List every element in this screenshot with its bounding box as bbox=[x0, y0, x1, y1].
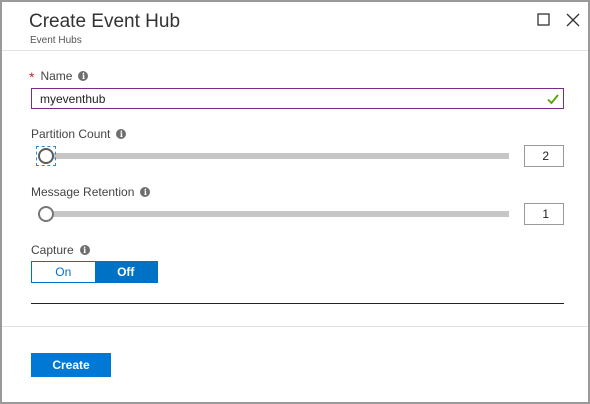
capture-off-option[interactable]: Off bbox=[94, 262, 157, 282]
partition-count-slider-track[interactable] bbox=[42, 153, 509, 159]
capture-toggle[interactable]: On Off bbox=[31, 261, 158, 283]
info-icon[interactable]: i bbox=[79, 245, 90, 255]
name-field[interactable] bbox=[31, 88, 564, 109]
blade-header: Create Event Hub Event Hubs bbox=[2, 2, 588, 51]
partition-count-label: Partition Count bbox=[31, 127, 111, 141]
info-icon[interactable]: i bbox=[140, 187, 151, 197]
info-icon[interactable]: i bbox=[116, 129, 127, 139]
partition-count-value[interactable]: 2 bbox=[524, 145, 564, 167]
capture-label-row: Capture i bbox=[31, 243, 90, 257]
square-icon bbox=[537, 13, 550, 26]
required-marker: * bbox=[29, 69, 35, 85]
footer-divider bbox=[2, 326, 588, 327]
maximize-button[interactable] bbox=[536, 12, 552, 28]
capture-label: Capture bbox=[31, 243, 74, 257]
message-retention-label: Message Retention bbox=[31, 185, 135, 199]
message-retention-value[interactable]: 1 bbox=[524, 203, 564, 225]
capture-on-option[interactable]: On bbox=[32, 262, 95, 282]
message-retention-slider-thumb[interactable] bbox=[38, 206, 54, 222]
close-icon bbox=[566, 13, 580, 27]
info-icon[interactable]: i bbox=[78, 71, 89, 81]
name-label: Name bbox=[40, 69, 73, 83]
name-label-row: * Name i bbox=[29, 68, 89, 85]
close-button[interactable] bbox=[565, 12, 581, 28]
blade-subtitle: Event Hubs bbox=[30, 35, 82, 46]
divider bbox=[31, 303, 564, 304]
create-event-hub-blade: Create Event Hub Event Hubs * Name i Par… bbox=[0, 0, 590, 404]
message-retention-slider-track[interactable] bbox=[42, 211, 509, 217]
create-button[interactable]: Create bbox=[31, 353, 111, 377]
partition-count-slider-thumb[interactable] bbox=[38, 148, 54, 164]
blade-title: Create Event Hub bbox=[29, 11, 181, 32]
name-input[interactable] bbox=[40, 91, 540, 107]
checkmark-icon bbox=[547, 94, 559, 105]
message-retention-label-row: Message Retention i bbox=[31, 185, 151, 199]
partition-count-label-row: Partition Count i bbox=[31, 127, 127, 141]
